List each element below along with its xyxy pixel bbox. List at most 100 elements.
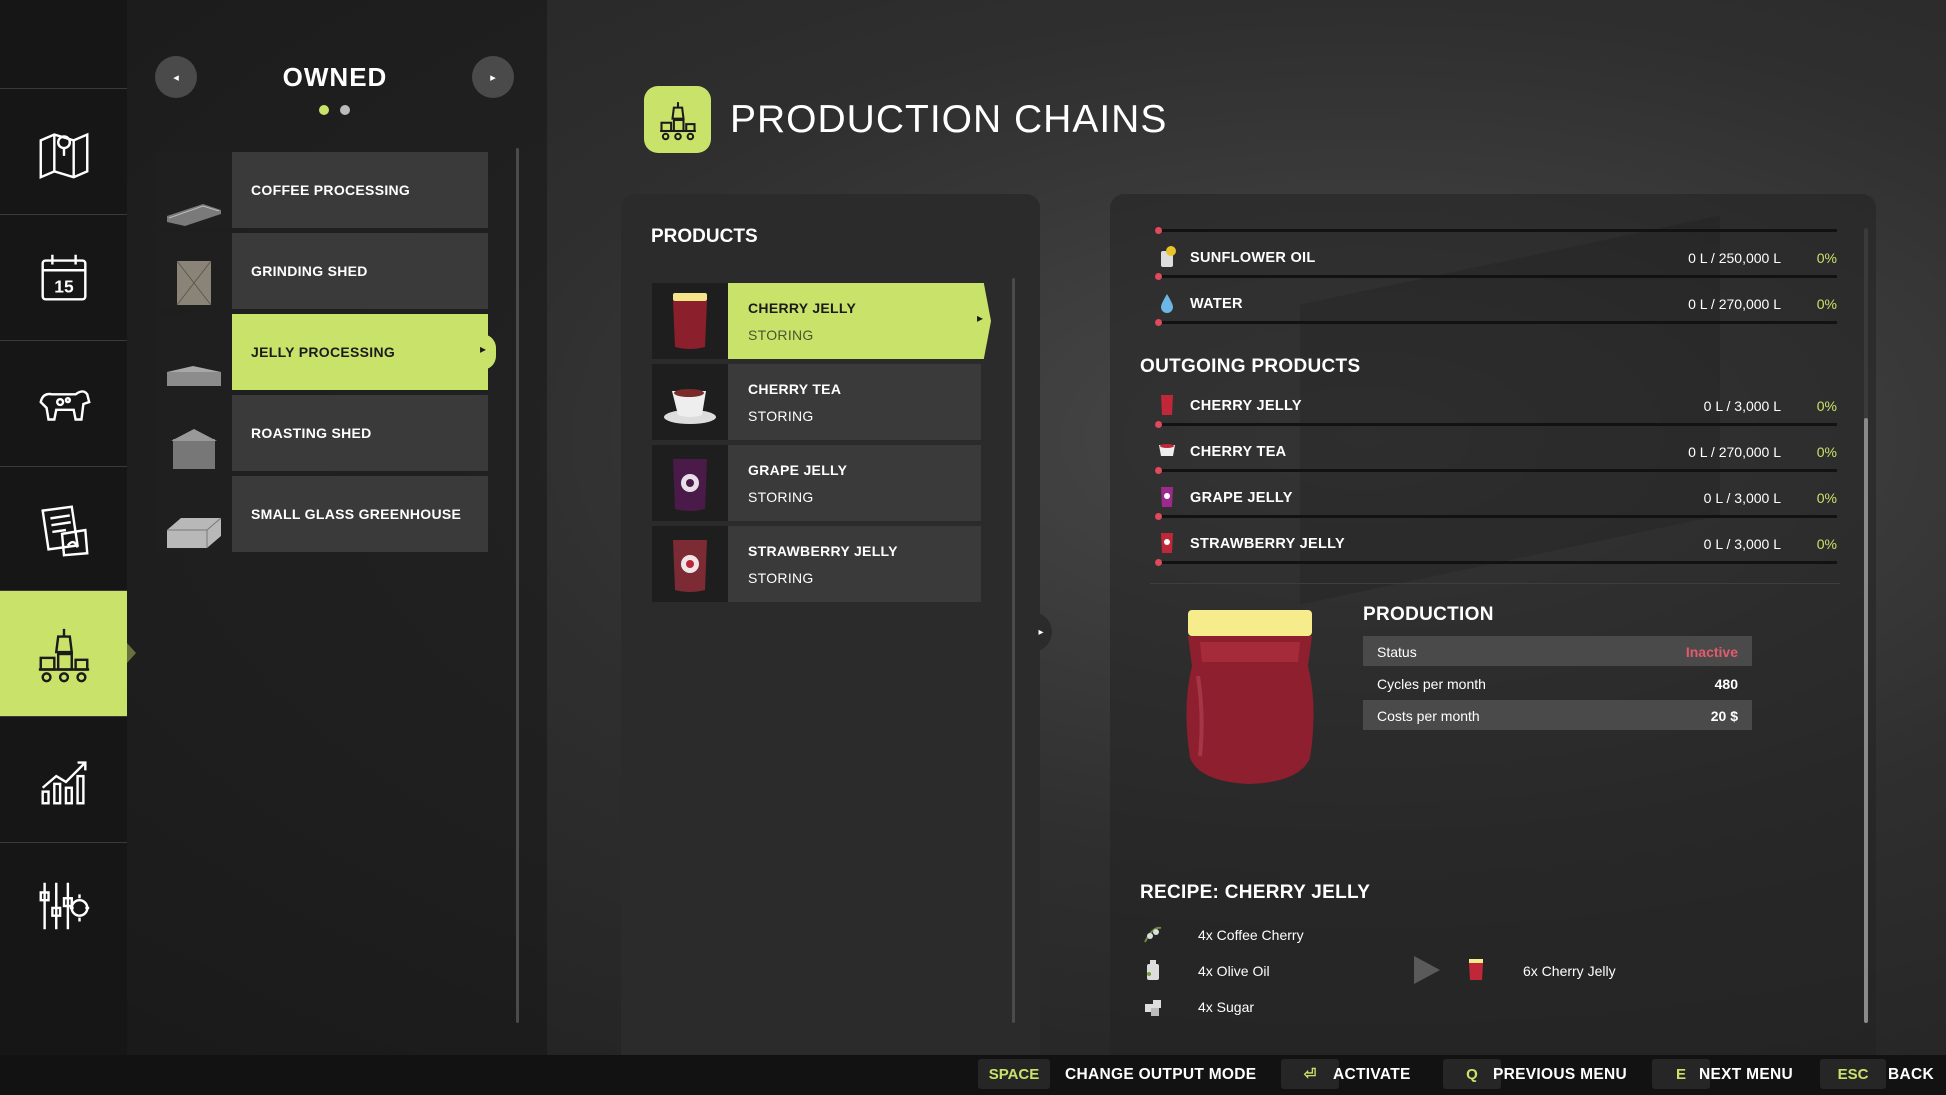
cycles-per-month-row: Cycles per month 480	[1377, 676, 1738, 692]
coffee-cherry-icon	[1140, 921, 1166, 947]
key-space[interactable]: SPACE	[978, 1059, 1050, 1089]
recipe-title: RECIPE: CHERRY JELLY	[1140, 882, 1371, 903]
fill-level-marker	[1155, 227, 1162, 234]
strawberry-jelly-icon	[652, 526, 728, 602]
nav-production[interactable]	[0, 590, 136, 716]
product-cherry-jelly[interactable]: CHERRY JELLY STORING	[652, 283, 991, 359]
settings-icon	[39, 882, 89, 929]
production-chains-badge	[644, 86, 711, 153]
nav-settings[interactable]	[0, 842, 127, 968]
olive-oil-icon	[1140, 957, 1166, 983]
status-value: Inactive	[1685, 644, 1738, 660]
cherry-jelly-icon	[1463, 957, 1489, 983]
product-name: CHERRY TEA	[748, 380, 842, 397]
back-button[interactable]: BACK	[1888, 1066, 1934, 1084]
product-status: STORING	[748, 326, 814, 343]
next-menu-button[interactable]: NEXT MENU	[1699, 1066, 1793, 1084]
fill-bar	[1155, 227, 1837, 234]
facility-label: COFFEE PROCESSING	[251, 182, 411, 198]
fill-bar	[1155, 467, 1837, 474]
facility-grinding-shed[interactable]: GRINDING SHED	[156, 233, 488, 309]
fill-bar	[1155, 513, 1837, 520]
facility-label: GRINDING SHED	[251, 263, 368, 279]
fill-level-marker	[1155, 319, 1162, 326]
chevron-left-icon: ◂	[173, 71, 179, 84]
fill-bar	[1155, 319, 1837, 326]
product-grape-jelly[interactable]: GRAPE JELLY STORING	[652, 445, 981, 521]
facility-thumbnail	[156, 233, 232, 309]
cherry-tea-icon	[652, 364, 728, 440]
fill-level-marker	[1155, 559, 1162, 566]
facility-jelly-processing[interactable]: JELLY PROCESSING	[156, 314, 496, 390]
facility-thumbnail	[156, 476, 232, 552]
products-scrollbar[interactable]	[1012, 278, 1015, 1023]
product-status: STORING	[748, 488, 814, 505]
fill-bar	[1155, 273, 1837, 280]
products-title: PRODUCTS	[651, 226, 758, 247]
costs-per-month-row: Costs per month 20 $	[1363, 700, 1752, 730]
facility-thumbnail	[156, 395, 232, 471]
product-cherry-tea[interactable]: CHERRY TEA STORING	[652, 364, 981, 440]
production-icon	[38, 628, 89, 682]
prev-page-button[interactable]: ◂	[155, 56, 197, 98]
facility-label: ROASTING SHED	[251, 425, 372, 441]
contracts-icon	[40, 504, 89, 556]
fill-level-marker	[1155, 513, 1162, 520]
nav-calendar[interactable]: 15	[0, 214, 127, 340]
section-divider	[1150, 583, 1840, 584]
facilities-scrollbar[interactable]	[516, 148, 519, 1023]
product-status: STORING	[748, 569, 814, 586]
calendar-icon: 15	[40, 254, 87, 301]
product-status: STORING	[748, 407, 814, 424]
grape-jelly-icon	[1155, 485, 1179, 509]
change-output-mode-button[interactable]: CHANGE OUTPUT MODE	[1065, 1066, 1256, 1084]
production-icon	[659, 101, 696, 140]
facility-small-glass-greenhouse[interactable]: SMALL GLASS GREENHOUSE	[156, 476, 488, 552]
cherry-jelly-icon	[1155, 393, 1179, 417]
page-dot[interactable]	[340, 105, 350, 115]
fill-bar	[1155, 559, 1837, 566]
product-name: GRAPE JELLY	[748, 461, 848, 478]
facility-thumbnail	[156, 314, 232, 390]
sunflower-oil-icon	[1155, 245, 1179, 269]
product-name: STRAWBERRY JELLY	[748, 542, 898, 559]
chevron-right-icon: ▸	[490, 71, 496, 84]
nav-statistics[interactable]	[0, 716, 127, 842]
fill-level-marker	[1155, 421, 1162, 428]
outgoing-products-title: OUTGOING PRODUCTS	[1140, 356, 1361, 377]
owned-title: OWNED	[282, 62, 388, 92]
statistics-icon	[40, 760, 87, 804]
facility-coffee-processing[interactable]: COFFEE PROCESSING	[156, 152, 488, 228]
facility-roasting-shed[interactable]: ROASTING SHED	[156, 395, 488, 471]
page-dot-active[interactable]	[319, 105, 329, 115]
water-drop-icon	[1155, 291, 1179, 315]
main-nav-rail: 15	[0, 0, 136, 1055]
key-enter[interactable]: ⏎	[1281, 1059, 1339, 1089]
activate-button[interactable]: ACTIVATE	[1333, 1066, 1411, 1084]
details-scrollbar-thumb[interactable]	[1864, 418, 1868, 1023]
previous-menu-button[interactable]: PREVIOUS MENU	[1493, 1066, 1627, 1084]
cherry-jelly-icon	[652, 283, 728, 359]
facility-thumbnail	[156, 152, 232, 228]
nav-animals[interactable]	[0, 340, 127, 466]
fill-bar	[1155, 421, 1837, 428]
details-scrollbar[interactable]	[1864, 228, 1868, 1023]
production-status-row: Status Inactive	[1363, 636, 1752, 666]
nav-map[interactable]	[0, 88, 127, 214]
product-name: CHERRY JELLY	[748, 299, 857, 316]
production-title: PRODUCTION	[1363, 604, 1494, 625]
chevron-right-icon: ▸	[1038, 626, 1044, 638]
cow-icon	[38, 389, 91, 421]
sugar-icon	[1140, 993, 1166, 1019]
key-esc[interactable]: ESC	[1820, 1059, 1886, 1089]
strawberry-jelly-icon	[1155, 531, 1179, 555]
fill-level-marker	[1155, 467, 1162, 474]
next-page-button[interactable]: ▸	[472, 56, 514, 98]
nav-contracts[interactable]	[0, 466, 127, 592]
fill-level-marker	[1155, 273, 1162, 280]
page-title: PRODUCTION CHAINS	[730, 98, 1168, 141]
map-icon	[39, 132, 88, 179]
cherry-jelly-jar-image	[1186, 610, 1314, 784]
product-strawberry-jelly[interactable]: STRAWBERRY JELLY STORING	[652, 526, 981, 602]
cherry-tea-icon	[1155, 439, 1179, 463]
